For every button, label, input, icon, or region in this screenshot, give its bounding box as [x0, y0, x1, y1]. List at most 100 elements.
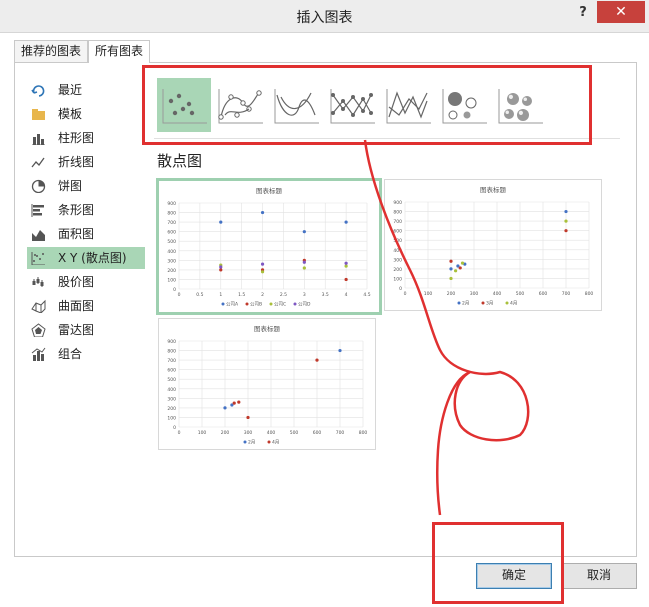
sidebar-item-line-chart[interactable]: 折线图	[27, 151, 145, 173]
y-tick-label: 800	[393, 210, 402, 216]
x-tick-label: 600	[539, 291, 548, 297]
data-point	[564, 209, 568, 214]
y-tick-label: 900	[167, 201, 176, 207]
sidebar-item-label: 模板	[58, 107, 83, 121]
tab-all-charts[interactable]: 所有图表	[88, 40, 151, 63]
y-tick-label: 100	[167, 277, 176, 283]
recent-icon	[31, 85, 45, 97]
data-point	[315, 358, 319, 362]
sidebar-item-label: 面积图	[58, 227, 95, 241]
preview-1[interactable]: 图表标题 0 100 200 300 400 500 600 700 800 900 0 0.5 1 1.5…	[156, 178, 382, 315]
data-point	[460, 261, 465, 265]
y-tick-label: 800	[167, 349, 176, 355]
sidebar-item-surface-chart[interactable]: 曲面图	[27, 295, 145, 317]
legend-marker	[269, 302, 273, 306]
x-tick-label: 1.5	[238, 292, 245, 298]
sidebar-item-pie-chart[interactable]: 饼图	[27, 175, 145, 197]
bar-chart-icon	[31, 204, 44, 217]
sidebar-item-label: 最近	[58, 83, 83, 97]
data-point	[260, 210, 265, 215]
data-point	[338, 348, 342, 353]
y-tick-label: 500	[167, 377, 176, 383]
x-tick-label: 0	[178, 292, 181, 298]
x-tick-label: 3	[303, 292, 306, 298]
x-tick-label: 400	[267, 430, 276, 436]
chart-title: 图表标题	[256, 186, 283, 195]
y-tick-label: 400	[393, 248, 402, 254]
area-chart-icon	[32, 230, 45, 241]
x-tick-label: 200	[221, 430, 230, 436]
folder-icon	[32, 109, 45, 120]
data-point	[344, 220, 348, 224]
y-tick-label: 600	[167, 230, 176, 236]
sidebar-item-scatter-chart[interactable]: X Y (散点图)	[27, 247, 145, 269]
dialog-title: 插入图表	[296, 10, 353, 26]
data-point	[302, 266, 306, 270]
pie-chart-icon	[31, 179, 46, 193]
x-tick-label: 500	[516, 291, 525, 297]
annotation-box-ok	[432, 522, 564, 604]
data-point	[449, 267, 453, 271]
y-tick-label: 400	[167, 387, 176, 393]
legend-marker	[245, 302, 249, 306]
sidebar-item-area-chart[interactable]: 面积图	[27, 223, 145, 245]
y-tick-label: 300	[167, 396, 176, 402]
sidebar-item-recent[interactable]: 最近	[27, 79, 145, 101]
title-bar: 插入图表 ? ✕	[0, 0, 649, 33]
y-tick-label: 200	[167, 406, 176, 412]
cancel-button[interactable]: 取消	[561, 563, 637, 589]
x-tick-label: 4	[345, 292, 348, 298]
x-tick-label: 1	[219, 292, 222, 298]
x-tick-label: 700	[562, 291, 571, 297]
help-button[interactable]: ?	[576, 5, 590, 23]
x-tick-label: 0	[178, 430, 181, 436]
data-point	[449, 259, 453, 263]
y-tick-label: 0	[173, 425, 176, 431]
sidebar-item-bar-chart[interactable]: 条形图	[27, 199, 145, 221]
legend-label: 4月	[272, 440, 279, 446]
sidebar-item-column-chart[interactable]: 柱形图	[27, 127, 145, 149]
y-tick-label: 200	[393, 267, 402, 273]
x-tick-label: 800	[585, 291, 594, 297]
data-point	[449, 276, 453, 281]
x-tick-label: 2.5	[280, 292, 287, 298]
legend-label: 4月	[510, 301, 517, 307]
x-tick-label: 500	[290, 430, 299, 436]
data-point	[246, 415, 250, 420]
sidebar-item-label: 饼图	[58, 179, 83, 193]
close-button[interactable]: ✕	[597, 1, 645, 23]
annotation-box-subtypes	[142, 65, 592, 145]
data-point	[458, 266, 462, 270]
legend-marker	[457, 301, 461, 305]
preview-2[interactable]: 图表标题 0 100 200 300 400 500 600 700 800 900 0 100 200 3…	[384, 179, 602, 311]
data-point	[219, 220, 223, 224]
y-tick-label: 100	[393, 276, 402, 282]
legend-label: 公司D	[298, 302, 311, 308]
sidebar-item-combo-chart[interactable]: 组合	[27, 343, 145, 365]
y-tick-label: 300	[393, 257, 402, 263]
sidebar-item-folder[interactable]: 模板	[27, 103, 145, 125]
x-tick-label: 200	[447, 291, 456, 297]
section-title: 散点图	[157, 152, 203, 170]
preview-chart-2: 图表标题 0 100 200 300 400 500 600 700 800 900 0 100 200 3…	[393, 185, 594, 307]
sidebar-item-label: 雷达图	[58, 323, 95, 337]
x-tick-label: 0	[404, 291, 407, 297]
x-tick-label: 300	[244, 430, 253, 436]
y-tick-label: 0	[173, 287, 176, 293]
sidebar-item-radar-chart[interactable]: 雷达图	[27, 319, 145, 341]
data-point	[302, 230, 306, 234]
data-point	[564, 219, 568, 223]
y-tick-label: 100	[167, 415, 176, 421]
preview-3[interactable]: 图表标题 0 100 200 300 400 500 600 700 800 900 0 100 200 3…	[158, 318, 376, 450]
legend-label: 2月	[462, 301, 469, 307]
tab-recommended[interactable]: 推荐的图表	[14, 40, 89, 62]
data-point	[344, 261, 348, 265]
column-chart-icon	[32, 134, 45, 145]
y-tick-label: 300	[167, 258, 176, 264]
chart-title: 图表标题	[480, 185, 507, 194]
sidebar-item-label: 折线图	[58, 155, 95, 169]
x-tick-label: 400	[493, 291, 502, 297]
sidebar-item-label: 柱形图	[58, 131, 95, 145]
sidebar-item-stock-chart[interactable]: 股价图	[27, 271, 145, 293]
legend-label: 公司A	[226, 302, 239, 308]
